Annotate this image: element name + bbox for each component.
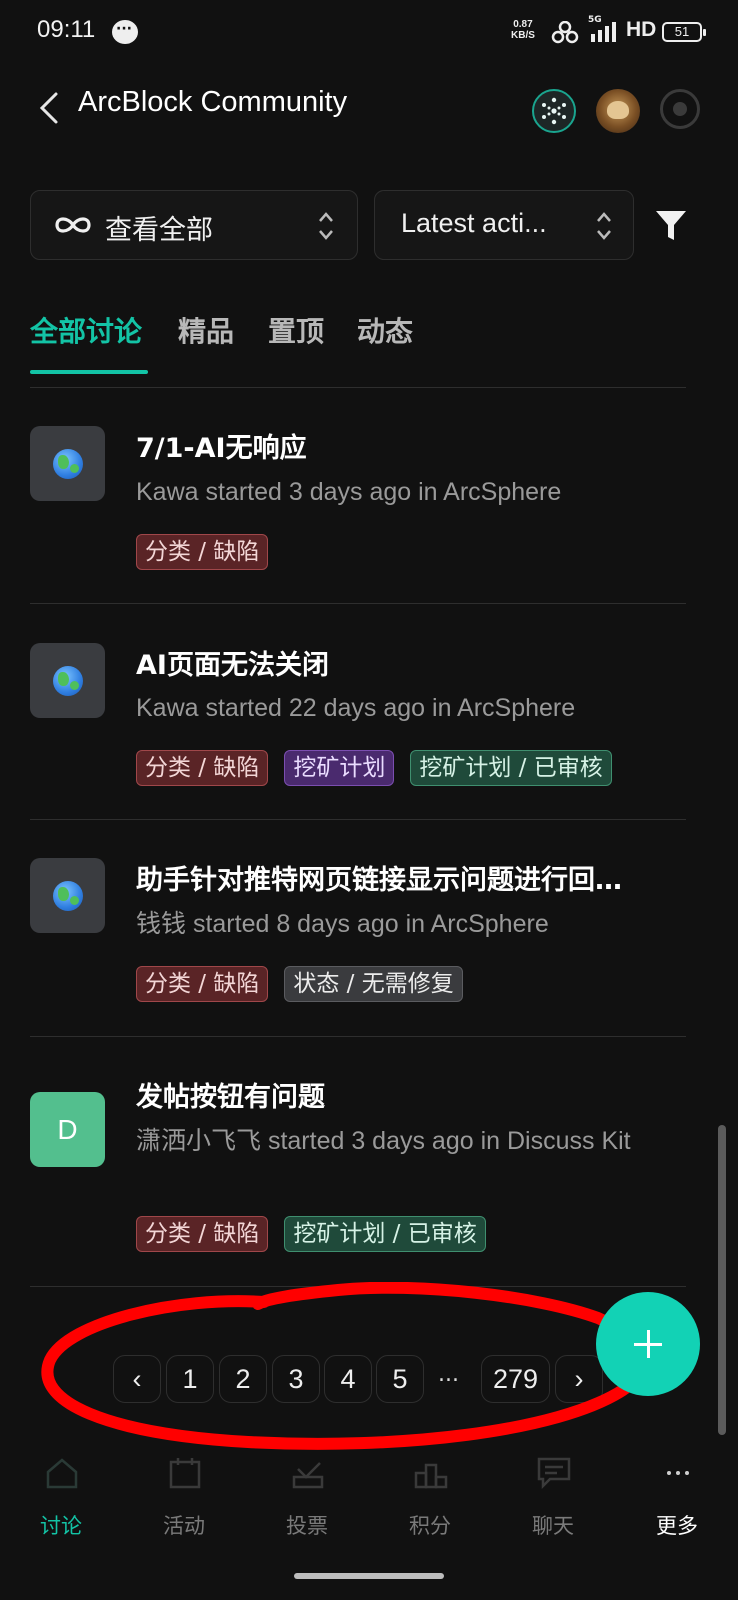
nav-discussions[interactable]: 讨论	[6, 1455, 116, 1545]
active-tab-indicator	[30, 370, 148, 374]
message-notification-icon	[112, 20, 138, 44]
red-annotation-circle	[41, 1282, 645, 1450]
nav-points[interactable]: 积分	[375, 1455, 485, 1545]
tag[interactable]: 分类 / 缺陷	[136, 534, 269, 570]
globe-icon	[30, 858, 105, 933]
network-speed: 0.87 KB/S	[511, 19, 535, 41]
nav-label: 活动	[163, 1514, 205, 1538]
discussion-item[interactable]: D 发帖按钮有问题 潇洒小飞飞 started 3 days ago in Di…	[30, 1037, 686, 1287]
status-bar: 09:11 0.87 KB/S 5G HD 51	[0, 0, 738, 66]
globe-icon	[30, 643, 105, 718]
globe-icon	[30, 426, 105, 501]
discussion-meta: 钱钱 started 8 days ago in ArcSphere	[136, 910, 549, 938]
hd-indicator: HD	[626, 18, 657, 41]
battery-icon: 51	[662, 22, 706, 42]
user-avatar[interactable]	[596, 89, 640, 133]
infinity-icon	[55, 217, 91, 233]
nav-label: 更多	[656, 1514, 698, 1538]
nav-chat[interactable]: 聊天	[498, 1455, 608, 1545]
tag-list: 分类 / 缺陷	[136, 534, 269, 570]
page-title: ArcBlock Community	[78, 86, 348, 118]
discussion-title[interactable]: 7/1-AI无响应	[136, 426, 307, 465]
discussion-item[interactable]: 7/1-AI无响应 Kawa started 3 days ago in Arc…	[30, 388, 686, 604]
discussion-title[interactable]: 发帖按钮有问题	[136, 1075, 325, 1114]
tag-list: 分类 / 缺陷 挖矿计划 / 已审核	[136, 1216, 486, 1252]
tab-pinned[interactable]: 置顶	[268, 310, 324, 350]
discussion-meta: Kawa started 22 days ago in ArcSphere	[136, 694, 576, 722]
podium-icon	[414, 1463, 448, 1489]
vote-icon	[292, 1462, 324, 1489]
nav-label: 投票	[286, 1514, 328, 1538]
tag[interactable]: 挖矿计划	[284, 750, 395, 786]
nav-events[interactable]: 活动	[129, 1455, 239, 1545]
funnel-icon[interactable]	[654, 207, 688, 243]
more-icon	[667, 1471, 689, 1475]
tag[interactable]: 分类 / 缺陷	[136, 1216, 269, 1252]
avatar: D	[30, 1092, 105, 1167]
chat-icon	[537, 1457, 571, 1490]
back-icon[interactable]	[36, 90, 66, 126]
tag-list: 分类 / 缺陷 挖矿计划 挖矿计划 / 已审核	[136, 750, 612, 786]
record-icon[interactable]	[660, 89, 700, 129]
nav-label: 积分	[409, 1514, 451, 1538]
sort-label: Latest acti...	[401, 208, 547, 238]
nav-label: 讨论	[40, 1514, 82, 1538]
hotspot-icon	[551, 21, 579, 44]
discussion-item[interactable]: 助手针对推特网页链接显示问题进行回… 钱钱 started 8 days ago…	[30, 820, 686, 1037]
tag[interactable]: 挖矿计划 / 已审核	[284, 1216, 486, 1252]
tag[interactable]: 分类 / 缺陷	[136, 966, 269, 1002]
view-filter-select[interactable]: 查看全部	[30, 190, 358, 260]
sort-updown-icon	[597, 212, 611, 240]
calendar-icon	[169, 1458, 201, 1489]
home-indicator[interactable]	[294, 1573, 444, 1579]
view-filter-label: 查看全部	[105, 215, 213, 246]
discussion-meta: Kawa started 3 days ago in ArcSphere	[136, 478, 562, 506]
discussion-title[interactable]: AI页面无法关闭	[136, 643, 329, 682]
dots-logo-icon	[542, 97, 566, 125]
tab-activity[interactable]: 动态	[357, 310, 413, 350]
nav-vote[interactable]: 投票	[252, 1455, 362, 1545]
sort-updown-icon	[319, 212, 333, 240]
tab-all-discussions[interactable]: 全部讨论	[30, 310, 142, 350]
tag[interactable]: 分类 / 缺陷	[136, 750, 269, 786]
home-icon	[46, 1458, 78, 1489]
tag[interactable]: 状态 / 无需修复	[284, 966, 463, 1002]
nav-label: 聊天	[532, 1514, 574, 1538]
discussion-meta: 潇洒小飞飞 started 3 days ago in Discuss Kit	[136, 1127, 631, 1155]
status-time: 09:11	[37, 16, 96, 43]
discussion-title[interactable]: 助手针对推特网页链接显示问题进行回…	[136, 858, 622, 897]
sort-select[interactable]: Latest acti...	[374, 190, 634, 260]
scrollbar[interactable]	[718, 1125, 726, 1435]
tab-featured[interactable]: 精品	[178, 310, 234, 350]
tag-list: 分类 / 缺陷 状态 / 无需修复	[136, 966, 463, 1002]
tag[interactable]: 挖矿计划 / 已审核	[410, 750, 612, 786]
discussion-item[interactable]: AI页面无法关闭 Kawa started 22 days ago in Arc…	[30, 604, 686, 820]
signal-icon	[591, 22, 616, 42]
new-discussion-button[interactable]	[596, 1292, 700, 1396]
arcsphere-icon[interactable]	[532, 89, 576, 133]
nav-more[interactable]: 更多	[622, 1455, 732, 1545]
